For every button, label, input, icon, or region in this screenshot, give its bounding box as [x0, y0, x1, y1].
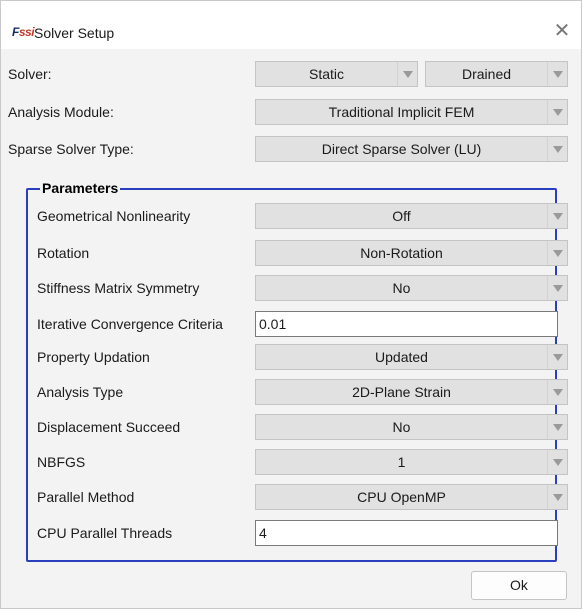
displacement-succeed-dropdown[interactable]: No	[255, 414, 568, 440]
close-icon[interactable]: ✕	[551, 20, 573, 42]
sparse-solver-value: Direct Sparse Solver (LU)	[321, 141, 482, 157]
solver-type-dropdown[interactable]: Static	[255, 61, 418, 87]
rotation-dropdown[interactable]: Non-Rotation	[255, 240, 568, 266]
parallel-method-value: CPU OpenMP	[357, 489, 446, 505]
property-updation-label: Property Updation	[37, 349, 150, 365]
iterative-convergence-criteria-input[interactable]: 0.01	[255, 311, 558, 337]
fssi-logo-icon: Fssi	[12, 25, 35, 39]
window-title: Solver Setup	[34, 25, 115, 41]
nbfgs-label: NBFGS	[37, 454, 86, 470]
stiffness-matrix-symmetry-dropdown[interactable]: No	[255, 275, 568, 301]
chevron-down-icon	[547, 450, 567, 474]
analysis-type-dropdown[interactable]: 2D-Plane Strain	[255, 379, 568, 405]
icon-text-a: F	[12, 25, 19, 39]
iterative-convergence-criteria-label: Iterative Convergence Criteria	[37, 316, 223, 332]
cpu-parallel-threads-label: CPU Parallel Threads	[37, 525, 173, 541]
geometrical-nonlinearity-dropdown[interactable]: Off	[255, 203, 568, 229]
ok-button[interactable]: Ok	[471, 571, 567, 600]
analysis-module-value: Traditional Implicit FEM	[328, 104, 475, 120]
chevron-down-icon	[547, 345, 567, 369]
stiffness-matrix-symmetry-label: Stiffness Matrix Symmetry	[37, 280, 200, 296]
parameters-group-title: Parameters	[40, 179, 121, 197]
parallel-method-label: Parallel Method	[37, 489, 135, 505]
chevron-down-icon	[547, 276, 567, 300]
sparse-solver-label: Sparse Solver Type:	[8, 141, 134, 157]
chevron-down-icon	[547, 100, 567, 124]
nbfgs-value: 1	[397, 454, 406, 470]
chevron-down-icon	[547, 204, 567, 228]
analysis-module-label: Analysis Module:	[8, 104, 114, 120]
sparse-solver-dropdown[interactable]: Direct Sparse Solver (LU)	[255, 136, 568, 162]
geometrical-nonlinearity-value: Off	[392, 208, 411, 224]
drainage-dropdown[interactable]: Drained	[425, 61, 568, 87]
analysis-type-value: 2D-Plane Strain	[352, 384, 451, 400]
cpu-parallel-threads-input[interactable]: 4	[255, 520, 558, 546]
chevron-down-icon	[547, 380, 567, 404]
chevron-down-icon	[547, 485, 567, 509]
displacement-succeed-value: No	[392, 419, 411, 435]
analysis-type-label: Analysis Type	[37, 384, 124, 400]
property-updation-value: Updated	[375, 349, 428, 365]
property-updation-dropdown[interactable]: Updated	[255, 344, 568, 370]
geometrical-nonlinearity-label: Geometrical Nonlinearity	[37, 208, 191, 224]
title-bar: Fssi Solver Setup ✕	[1, 1, 581, 49]
drainage-value: Drained	[461, 66, 512, 82]
icon-text-b: ssi	[18, 25, 35, 39]
solver-type-value: Static	[308, 66, 344, 82]
parallel-method-dropdown[interactable]: CPU OpenMP	[255, 484, 568, 510]
solver-label: Solver:	[8, 66, 52, 82]
solver-setup-dialog: Fssi Solver Setup ✕ Solver: Static Drain…	[0, 0, 582, 609]
rotation-value: Non-Rotation	[360, 245, 443, 261]
displacement-succeed-label: Displacement Succeed	[37, 419, 181, 435]
chevron-down-icon	[397, 62, 417, 86]
rotation-label: Rotation	[37, 245, 90, 261]
chevron-down-icon	[547, 241, 567, 265]
nbfgs-dropdown[interactable]: 1	[255, 449, 568, 475]
analysis-module-dropdown[interactable]: Traditional Implicit FEM	[255, 99, 568, 125]
chevron-down-icon	[547, 137, 567, 161]
chevron-down-icon	[547, 62, 567, 86]
chevron-down-icon	[547, 415, 567, 439]
stiffness-matrix-symmetry-value: No	[392, 280, 411, 296]
